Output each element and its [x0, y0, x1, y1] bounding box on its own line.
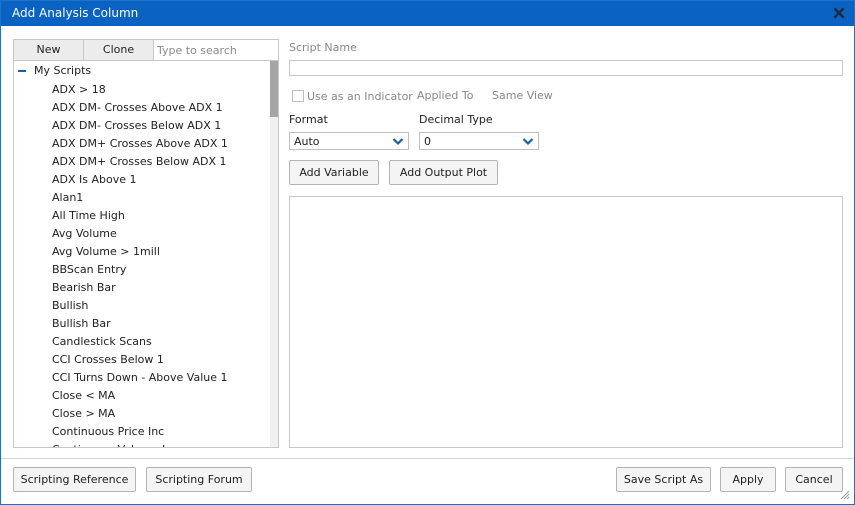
- applied-to-value: Same View: [492, 89, 553, 102]
- script-list-item[interactable]: Candlestick Scans: [52, 333, 268, 351]
- use-as-indicator-checkbox[interactable]: [292, 90, 304, 102]
- script-browser-panel: New Clone My Scripts ADX > 18ADX DM- Cro…: [13, 39, 279, 448]
- script-name-label: Script Name: [289, 41, 357, 54]
- script-list-item[interactable]: Continuous Volume Inc: [52, 441, 268, 447]
- scripting-forum-button[interactable]: Scripting Forum: [146, 467, 252, 492]
- save-script-as-button[interactable]: Save Script As: [616, 467, 711, 492]
- decimal-type-label: Decimal Type: [419, 113, 493, 126]
- clone-button[interactable]: Clone: [84, 40, 154, 60]
- script-list-item[interactable]: Alan1: [52, 189, 268, 207]
- script-name-input[interactable]: [289, 60, 843, 76]
- cancel-button[interactable]: Cancel: [785, 467, 843, 492]
- tree-root-label: My Scripts: [34, 64, 92, 77]
- chevron-down-icon: [522, 138, 534, 146]
- resize-grip-icon[interactable]: [840, 490, 850, 500]
- title-bar: Add Analysis Column: [1, 1, 854, 26]
- script-list-item[interactable]: BBScan Entry: [52, 261, 268, 279]
- close-icon[interactable]: [832, 6, 846, 20]
- apply-button[interactable]: Apply: [720, 467, 776, 492]
- use-as-indicator-label: Use as an Indicator: [307, 90, 413, 103]
- add-analysis-column-dialog: Add Analysis Column New Clone My Scripts…: [0, 0, 855, 505]
- format-label: Format: [289, 113, 328, 126]
- decimal-type-value: 0: [424, 135, 431, 148]
- scrollbar-thumb[interactable]: [270, 61, 278, 117]
- new-button[interactable]: New: [14, 40, 84, 60]
- script-list-item[interactable]: Bearish Bar: [52, 279, 268, 297]
- script-list-item[interactable]: Close < MA: [52, 387, 268, 405]
- script-editor[interactable]: [289, 196, 843, 448]
- search-input[interactable]: [154, 40, 278, 60]
- script-list: ADX > 18 ADX DM- Crosses Above ADX 1 ADX D…: [52, 81, 268, 447]
- script-list-item[interactable]: Continuous Price Inc: [52, 423, 268, 441]
- script-list-item[interactable]: CCI Crosses Below 1: [52, 351, 268, 369]
- decimal-type-select[interactable]: 0: [419, 132, 539, 150]
- applied-to-label: Applied To: [417, 89, 474, 102]
- add-variable-button[interactable]: Add Variable: [289, 160, 379, 185]
- script-list-item[interactable]: Avg Volume: [52, 225, 268, 243]
- footer-divider: [1, 458, 854, 459]
- window-title: Add Analysis Column: [12, 6, 139, 20]
- script-list-item[interactable]: Close > MA: [52, 405, 268, 423]
- script-list-item[interactable]: ADX Is Above 1: [52, 171, 268, 189]
- script-list-item[interactable]: ADX DM- Crosses Above ADX 1: [52, 99, 268, 117]
- scripting-reference-button[interactable]: Scripting Reference: [13, 467, 136, 492]
- format-value: Auto: [294, 135, 320, 148]
- vertical-scrollbar[interactable]: [270, 61, 278, 447]
- script-list-item[interactable]: CCI Turns Down - Above Value 1: [52, 369, 268, 387]
- script-list-item[interactable]: ADX > 18: [52, 81, 268, 99]
- script-list-item[interactable]: Bullish Bar: [52, 315, 268, 333]
- script-tree: My Scripts ADX > 18 ADX DM- Crosses Above…: [14, 61, 270, 447]
- script-list-item[interactable]: ADX DM+ Crosses Below ADX 1: [52, 153, 268, 171]
- script-list-item[interactable]: ADX DM- Crosses Below ADX 1: [52, 117, 268, 135]
- chevron-down-icon: [392, 138, 404, 146]
- format-select[interactable]: Auto: [289, 132, 409, 150]
- collapse-icon[interactable]: [18, 70, 26, 72]
- script-list-item[interactable]: Bullish: [52, 297, 268, 315]
- script-list-item[interactable]: All Time High: [52, 207, 268, 225]
- script-list-item[interactable]: Avg Volume > 1mill: [52, 243, 268, 261]
- script-browser-toolbar: New Clone: [14, 40, 278, 61]
- add-output-plot-button[interactable]: Add Output Plot: [389, 160, 498, 185]
- script-list-item[interactable]: ADX DM+ Crosses Above ADX 1: [52, 135, 268, 153]
